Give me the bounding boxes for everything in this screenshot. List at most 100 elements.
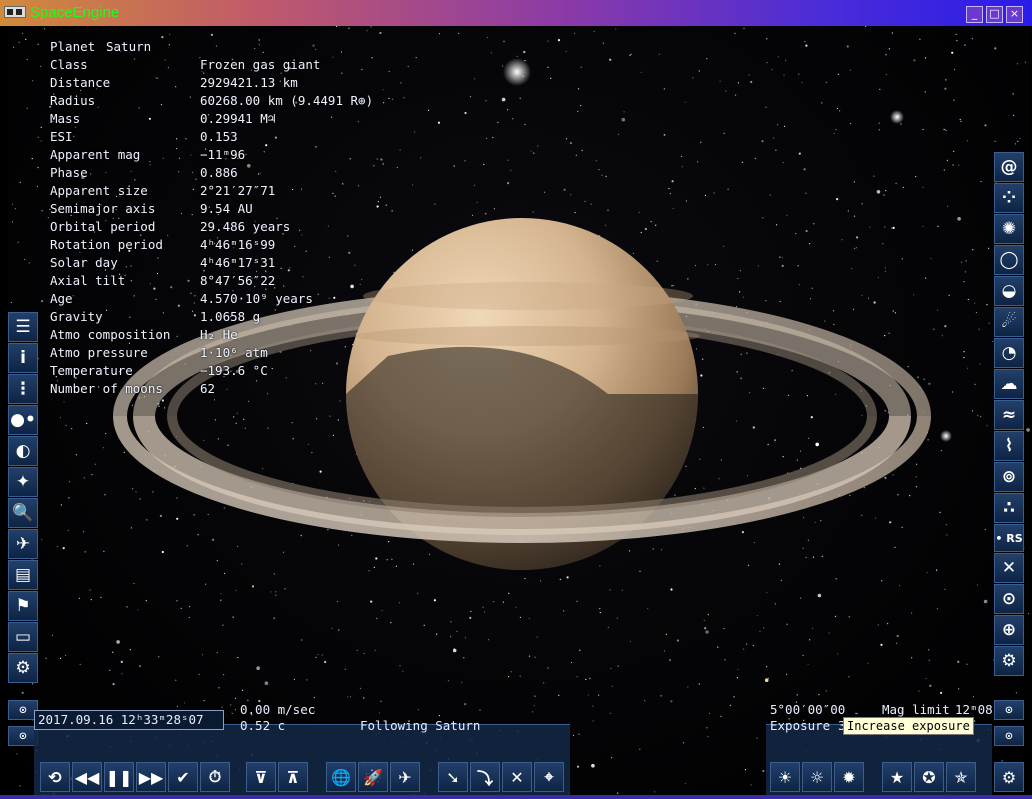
object-info-panel: Planet Saturn Class Frozen gas giant Dista… <box>50 38 410 398</box>
minimize-button[interactable]: _ <box>966 6 983 23</box>
speed-readout: 0.00 m/sec <box>240 702 316 717</box>
object-name: Saturn <box>106 39 152 54</box>
app-icon[interactable] <box>4 6 26 18</box>
bright-star <box>940 430 952 442</box>
clouds-icon[interactable]: ☁ <box>994 369 1024 399</box>
aircraft-mode-button[interactable]: ✈ <box>390 762 420 792</box>
moons-icon[interactable]: ◐ <box>8 436 38 466</box>
center-button[interactable]: ✕ <box>502 762 532 792</box>
asteroids-icon[interactable]: ∴ <box>994 493 1024 523</box>
tooltip: Increase exposure <box>843 717 974 735</box>
labels-icon[interactable]: • RS <box>994 524 1024 552</box>
ring-orbits-icon[interactable]: ⊚ <box>994 462 1024 492</box>
fov-readout: 5°00′00″00 <box>770 702 846 717</box>
realtime-button[interactable]: ✔ <box>168 762 198 792</box>
menu-icon[interactable]: ☰ <box>8 312 38 342</box>
ship-mode-button[interactable]: 🚀 <box>358 762 388 792</box>
info-value: 29.486 years <box>200 219 291 234</box>
speed-down-button[interactable]: ⊽ <box>246 762 276 792</box>
rewind-button[interactable]: ◀◀ <box>72 762 102 792</box>
nebulae-icon[interactable]: ◯ <box>994 245 1024 275</box>
decrease-exposure-icon[interactable]: ☀ <box>770 762 800 792</box>
increase-mag-limit-icon[interactable]: ✯ <box>946 762 976 792</box>
right-toolbar: @ ⁘ ✺ ◯ ◒ ☄ ◔ ☁ ≈ ⌇ ⊚ ∴ • RS ✕ ⊙ ⊕ ⚙ <box>994 152 1024 677</box>
info-label: Number of moons <box>50 381 163 396</box>
speed-up-button[interactable]: ⊼ <box>278 762 308 792</box>
info-row: Radius 60268.00 km (9.4491 R⊕) <box>50 92 410 110</box>
star-clusters-icon[interactable]: ⁘ <box>994 183 1024 213</box>
window-left-border <box>0 26 8 795</box>
fast-forward-button[interactable]: ▶▶ <box>136 762 166 792</box>
orbits-icon[interactable]: ⊙ <box>994 584 1024 614</box>
info-row: Rotation period 4ʰ46ᵐ16ˢ99 <box>50 236 410 254</box>
info-label: Atmo pressure <box>50 345 148 360</box>
planets-icon[interactable]: ◒ <box>994 276 1024 306</box>
display-settings-icon[interactable]: ▭ <box>8 622 38 652</box>
info-label: Mass <box>50 111 81 126</box>
info-value: 8°47′56″22 <box>200 273 276 288</box>
info-icon[interactable]: i <box>8 343 38 373</box>
pause-button[interactable]: ❚❚ <box>104 762 134 792</box>
comets-icon[interactable]: ☄ <box>994 307 1024 337</box>
settings-gear-icon[interactable]: ⚙ <box>994 646 1024 676</box>
info-label: Distance <box>50 75 111 90</box>
info-label: Age <box>50 291 73 306</box>
window-bottom-border <box>0 795 1032 799</box>
aurora-icon[interactable]: ⌇ <box>994 431 1024 461</box>
locations-flag-icon[interactable]: ⚑ <box>8 591 38 621</box>
info-label: Solar day <box>50 255 118 270</box>
starmap-icon[interactable]: ✦ <box>8 467 38 497</box>
close-button[interactable]: × <box>1006 6 1023 23</box>
info-label: Atmo composition <box>50 327 171 342</box>
auto-exposure-icon[interactable]: ☼ <box>802 762 832 792</box>
info-value: 0.153 <box>200 129 238 144</box>
info-label: Class <box>50 57 88 72</box>
increase-exposure-icon[interactable]: ✹ <box>834 762 864 792</box>
maximize-button[interactable]: □ <box>986 6 1003 23</box>
info-value: 0.886 <box>200 165 238 180</box>
mag-limit-label: Mag limit <box>882 702 950 717</box>
settings-gear-icon[interactable]: ⚙ <box>994 762 1024 792</box>
info-value: 0.29941 M♃ <box>200 111 276 126</box>
speed-c-readout: 0.52 c <box>240 718 286 733</box>
notepad-icon[interactable]: ▤ <box>8 560 38 590</box>
right-collapse-button[interactable]: ⊙ <box>994 700 1024 720</box>
search-icon[interactable]: 🔍 <box>8 498 38 528</box>
current-time-button[interactable]: ⏱ <box>200 762 230 792</box>
markers-icon[interactable]: ✕ <box>994 553 1024 583</box>
orbit-chart-icon[interactable]: ⋮ <box>8 374 38 404</box>
info-header-row: Planet Saturn <box>50 38 410 56</box>
galaxies-icon[interactable]: @ <box>994 152 1024 182</box>
info-row: Number of moons 62 <box>50 380 410 398</box>
info-value: 62 <box>200 381 216 396</box>
info-row: Temperature −193.6 °C <box>50 362 410 380</box>
info-row: Atmo composition H₂ He <box>50 326 410 344</box>
reverse-time-button[interactable]: ⟲ <box>40 762 70 792</box>
decrease-mag-limit-icon[interactable]: ★ <box>882 762 912 792</box>
title-bar[interactable]: SpaceEngine _ □ × <box>0 0 1032 26</box>
info-value: 2929421.13 km <box>200 75 298 90</box>
info-label: Rotation period <box>50 237 163 252</box>
select-cursor-button[interactable]: ➘ <box>438 762 468 792</box>
target-crosshair-button[interactable]: ⌖ <box>534 762 564 792</box>
object-type: Planet <box>50 39 96 54</box>
space-viewport[interactable]: Planet Saturn Class Frozen gas giant Dista… <box>8 26 1030 795</box>
moons-icon[interactable]: ◔ <box>994 338 1024 368</box>
land-button[interactable]: ⤵ <box>470 762 500 792</box>
date-time-field[interactable]: 2017.09.16 12ʰ33ᵐ28ˢ07 <box>34 710 224 730</box>
info-rows: Class Frozen gas giant Distance 2929421.13 … <box>50 56 410 398</box>
globular-clusters-icon[interactable]: ✺ <box>994 214 1024 244</box>
info-value: 2°21′27″71 <box>200 183 276 198</box>
free-mode-button[interactable]: 🌐 <box>326 762 356 792</box>
spaceship-icon[interactable]: ✈ <box>8 529 38 559</box>
info-row: ESI 0.153 <box>50 128 410 146</box>
right-options-button[interactable]: ⊙ <box>994 726 1024 746</box>
water-waves-icon[interactable]: ≈ <box>994 400 1024 430</box>
auto-mag-limit-icon[interactable]: ✪ <box>914 762 944 792</box>
planet-system-icon[interactable]: ●• <box>8 405 38 435</box>
settings-gear-icon[interactable]: ⚙ <box>8 653 38 683</box>
info-value: H₂ He <box>200 327 238 342</box>
info-value: 4.570·10⁹ years <box>200 291 313 306</box>
info-label: Radius <box>50 93 96 108</box>
grid-icon[interactable]: ⊕ <box>994 615 1024 645</box>
